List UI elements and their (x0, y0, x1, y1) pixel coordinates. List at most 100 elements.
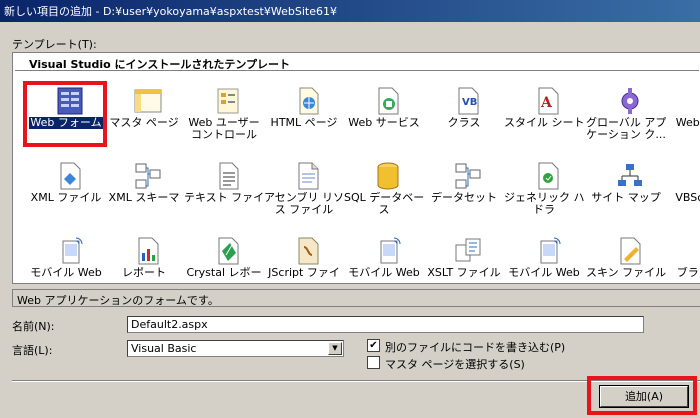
template-item-label: モバイル Web (344, 267, 424, 279)
report-icon (132, 235, 164, 267)
language-label: 言語(L): (12, 344, 53, 357)
template-item-label: クラス (424, 117, 504, 129)
template-item[interactable]: SQL データベース (344, 154, 424, 224)
template-item[interactable]: Web ユーザー コントロール (184, 79, 264, 149)
language-select-value: Visual Basic (131, 342, 197, 355)
template-item-label-line2: ドラ (533, 203, 555, 216)
template-item-label-line1: Web サービス (348, 117, 420, 129)
template-item[interactable]: モバイル Web (344, 229, 424, 283)
template-item[interactable]: データセット (424, 154, 504, 224)
template-item-label: モバイル Web (504, 267, 584, 279)
templates-label: テンプレート(T): (12, 38, 97, 51)
select-master-checkbox[interactable] (367, 356, 380, 369)
window-title-bar: 新しい項目の追加 - D:¥user¥yokoyama¥aspxtest¥Web… (0, 0, 700, 22)
template-item-label: アセンブリ リソース ファイル (264, 192, 344, 216)
template-item[interactable]: iブラウザ フ (666, 229, 700, 283)
text-file-icon (212, 160, 244, 192)
template-item-label-line1: モバイル Web (30, 267, 102, 279)
vbscript-file-icon (694, 160, 700, 192)
template-item-label: ブラウザ フ (666, 267, 700, 279)
template-item-label-line1: データセット (431, 192, 497, 204)
template-item-label: スキン ファイル (586, 267, 666, 279)
template-item-label: データセット (424, 192, 504, 204)
site-map-icon (614, 160, 646, 192)
mobile-web-user-control-icon (372, 235, 404, 267)
template-item-label: SQL データベース (344, 192, 424, 216)
web-service-icon (372, 85, 404, 117)
template-item[interactable]: VBScript フ (666, 154, 700, 224)
template-item[interactable]: A スタイル シート (504, 79, 584, 149)
template-item[interactable]: マスタ ページ (104, 79, 184, 149)
class-icon: VB (452, 85, 484, 117)
template-item-label-line1: HTML ページ (270, 117, 338, 129)
template-item-label-line1: クラス (447, 117, 481, 129)
browser-file-icon: i (694, 235, 700, 267)
template-item[interactable]: テキスト ファイル (184, 154, 264, 224)
template-item-label: JScript ファイ (264, 267, 344, 279)
divider (12, 380, 700, 382)
separate-code-label[interactable]: 別のファイルにコードを書き込む(P) (385, 339, 565, 355)
select-master-label[interactable]: マスタ ページを選択する(S) (385, 356, 525, 372)
template-item-label-line1: XML ファイル (30, 192, 102, 204)
separate-code-checkbox[interactable]: ✔ (367, 339, 380, 352)
template-item[interactable]: モバイル Web (26, 229, 106, 283)
window-title: 新しい項目の追加 - D:¥user¥yokoyama¥aspxtest¥Web… (4, 5, 337, 18)
template-item[interactable]: XSLT ファイル (424, 229, 504, 283)
template-item[interactable]: サイト マップ (586, 154, 666, 224)
template-item-label: Web サービス (344, 117, 424, 129)
template-item[interactable]: Web フォーム (26, 79, 106, 149)
add-button[interactable]: 追加(A) (599, 385, 689, 408)
template-item-label: サイト マップ (586, 192, 666, 204)
template-item-label-line1: Crystal レポー (186, 267, 262, 279)
language-select[interactable]: Visual Basic ▼ (127, 340, 344, 357)
template-item[interactable]: レポート (104, 229, 184, 283)
template-item[interactable]: VB クラス (424, 79, 504, 149)
template-item[interactable]: スキン ファイル (586, 229, 666, 283)
template-item[interactable]: JScript ファイ (264, 229, 344, 283)
html-page-icon (292, 85, 324, 117)
template-item-label-line1: モバイル Web (348, 267, 420, 279)
template-item-label-line2: ス ファイル (274, 203, 334, 216)
template-item[interactable]: Crystal レポー (184, 229, 264, 283)
template-item-label: グローバル アプリケーション ク... (586, 117, 666, 141)
master-page-icon (132, 85, 164, 117)
template-item-label: VBScript フ (666, 192, 700, 204)
svg-text:A: A (540, 95, 553, 111)
template-item-label: Web ユーザー コントロール (184, 117, 264, 141)
template-item[interactable]: モバイル Web (504, 229, 584, 283)
template-item-label-line1: Web フォーム (29, 117, 103, 129)
template-item[interactable]: Web 構成フル (666, 79, 700, 149)
template-item-label-line1: Web 構成フ (675, 117, 700, 129)
template-item[interactable]: XML ファイル (26, 154, 106, 224)
template-item[interactable]: HTML ページ (264, 79, 344, 149)
jscript-file-icon (292, 235, 324, 267)
template-item-label-line2: ケーション ク... (586, 128, 666, 141)
xslt-file-icon (452, 235, 484, 267)
mobile-web-config-icon (532, 235, 564, 267)
template-item-label: テキスト ファイル (184, 192, 264, 204)
web-config-icon (694, 85, 700, 117)
template-item[interactable]: Web サービス (344, 79, 424, 149)
template-item-label-line2: ル (666, 129, 700, 141)
name-input[interactable]: Default2.aspx (127, 316, 644, 333)
template-item-label: マスタ ページ (104, 117, 184, 129)
template-item-label-line1: ブラウザ フ (676, 267, 700, 279)
xml-file-icon (54, 160, 86, 192)
template-item[interactable]: ジェネリック ハンドラ (504, 154, 584, 224)
template-item-label-line1: マスタ ページ (109, 117, 179, 129)
name-input-value: Default2.aspx (131, 318, 208, 331)
template-item-label: スタイル シート (504, 117, 584, 129)
template-item-label-line1: VBScript フ (675, 192, 700, 204)
templates-list[interactable]: Visual Studio にインストールされたテンプレート Web フォームマ… (12, 52, 700, 284)
template-item-label: XML スキーマ (104, 192, 184, 204)
template-item[interactable]: アセンブリ リソース ファイル (264, 154, 344, 224)
template-item-label: Crystal レポー (184, 267, 264, 279)
svg-text:VB: VB (462, 97, 477, 108)
chevron-down-icon[interactable]: ▼ (328, 342, 342, 355)
template-item-label-line1: サイト マップ (591, 192, 661, 204)
assembly-resource-icon (292, 160, 324, 192)
template-item[interactable]: XML スキーマ (104, 154, 184, 224)
template-item-label-line2: コントロール (191, 128, 257, 141)
template-item[interactable]: グローバル アプリケーション ク... (586, 79, 666, 149)
template-item-label: XML ファイル (26, 192, 106, 204)
